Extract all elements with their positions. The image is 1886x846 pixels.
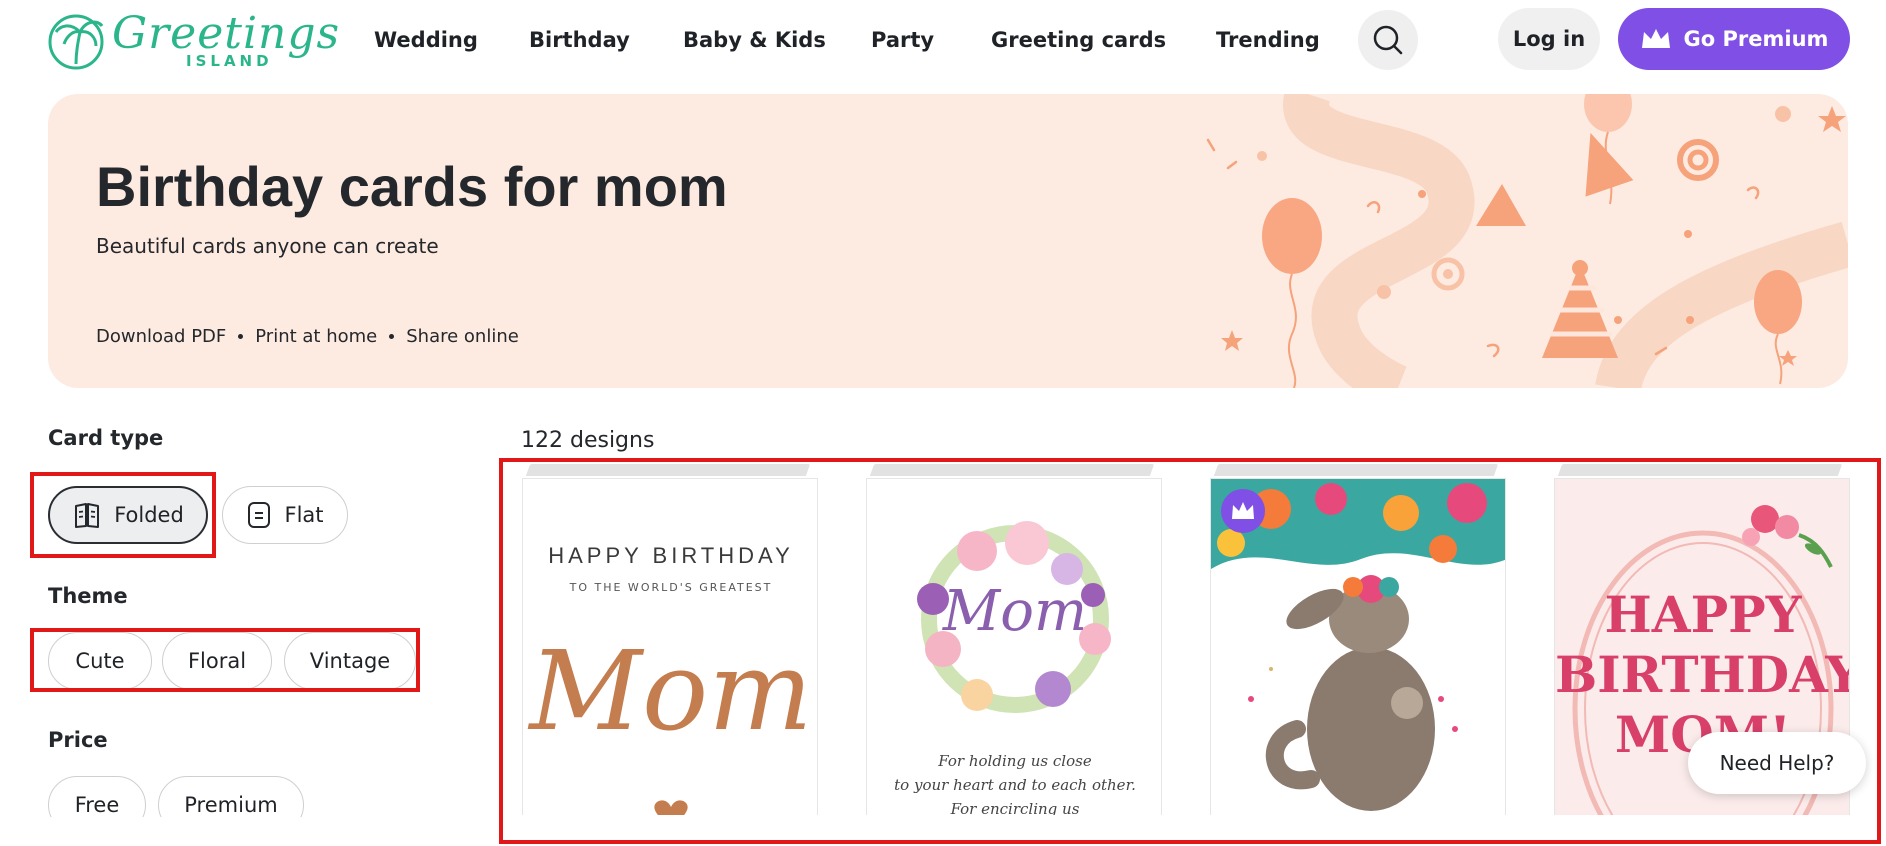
hero-banner: Birthday cards for mom Beautiful cards a… (48, 94, 1848, 388)
site-header: Greetings ISLAND Wedding Birthday Baby &… (0, 0, 1886, 84)
nav-baby-kids[interactable]: Baby & Kids (683, 28, 826, 52)
feature-share-online: Share online (406, 326, 519, 347)
heart-icon (654, 800, 688, 815)
card-grid: HAPPY BIRTHDAY TO THE WORLD'S GREATEST M… (520, 462, 1850, 815)
card-script-text: Mom (529, 627, 813, 755)
price-free-chip[interactable]: Free (48, 776, 146, 817)
separator-dot (238, 334, 244, 339)
login-button[interactable]: Log in (1498, 8, 1600, 70)
card-fold-back (1557, 464, 1843, 476)
card-type-flat-chip[interactable]: Flat (222, 486, 348, 544)
greetings-island-logo[interactable]: Greetings ISLAND (46, 8, 339, 70)
palm-tree-icon (48, 14, 104, 70)
page-title: Birthday cards for mom (96, 155, 728, 218)
separator-dot (389, 334, 395, 339)
verse-line: For encircling us (950, 800, 1080, 815)
price-chip-row: Free Premium (40, 772, 340, 817)
card-verse: For holding us close to your heart and t… (867, 749, 1161, 815)
open-book-icon (75, 503, 100, 528)
need-help-button[interactable]: Need Help? (1688, 732, 1866, 794)
nav-wedding[interactable]: Wedding (374, 28, 478, 52)
crown-icon (1232, 502, 1254, 519)
chip-label: Folded (114, 503, 184, 527)
filter-heading-price: Price (48, 728, 108, 752)
theme-vintage-chip[interactable]: Vintage (284, 632, 416, 690)
headline-line: BIRTHDAY, (1555, 645, 1850, 704)
nav-greeting-cards[interactable]: Greeting cards (991, 28, 1166, 52)
card-headline: HAPPY BIRTHDAY (548, 543, 794, 568)
theme-floral-chip[interactable]: Floral (162, 632, 272, 690)
premium-badge (1221, 489, 1265, 533)
card-type-folded-chip[interactable]: Folded (48, 486, 208, 544)
card-script-text: Mom (942, 579, 1088, 644)
page-subtitle: Beautiful cards anyone can create (96, 234, 439, 258)
flat-card-icon (248, 502, 271, 528)
theme-cute-chip[interactable]: Cute (48, 632, 152, 690)
search-icon (1373, 25, 1403, 55)
party-illustration (1206, 94, 1848, 388)
nav-trending[interactable]: Trending (1216, 28, 1320, 52)
verse-line: For holding us close (938, 752, 1092, 770)
headline-line: HAPPY (1604, 585, 1802, 644)
results-count: 122 designs (521, 428, 655, 453)
nav-birthday[interactable]: Birthday (529, 28, 630, 52)
logo-subtext: ISLAND (186, 52, 273, 70)
nav-party[interactable]: Party (871, 28, 934, 52)
price-premium-chip[interactable]: Premium (158, 776, 304, 817)
card-item[interactable]: HAPPY BIRTHDAY TO THE WORLD'S GREATEST M… (522, 462, 818, 815)
chip-label: Flat (284, 503, 324, 527)
feature-list: Download PDF Print at home Share online (96, 326, 519, 347)
go-premium-label: Go Premium (1683, 27, 1829, 51)
card-preview: Mom For holding us close to your heart a… (866, 478, 1162, 815)
card-fold-back (869, 464, 1155, 476)
search-button[interactable] (1358, 10, 1418, 70)
filter-heading-theme: Theme (48, 584, 128, 608)
kangaroo-floral-illustration (1211, 479, 1505, 811)
feature-download-pdf: Download PDF (96, 326, 227, 347)
go-premium-button[interactable]: Go Premium (1618, 8, 1850, 70)
filter-heading-card-type: Card type (48, 426, 164, 450)
feature-print-at-home: Print at home (255, 326, 378, 347)
verse-line: to your heart and to each other. (894, 776, 1136, 794)
card-fold-back (1213, 464, 1499, 476)
card-fold-back (525, 464, 811, 476)
card-preview (1210, 478, 1506, 815)
card-subline: TO THE WORLD'S GREATEST (569, 581, 773, 594)
card-item[interactable] (1210, 462, 1506, 815)
card-preview: HAPPY BIRTHDAY TO THE WORLD'S GREATEST M… (522, 478, 818, 815)
crown-icon (1641, 29, 1670, 48)
card-item[interactable]: Mom For holding us close to your heart a… (866, 462, 1162, 815)
